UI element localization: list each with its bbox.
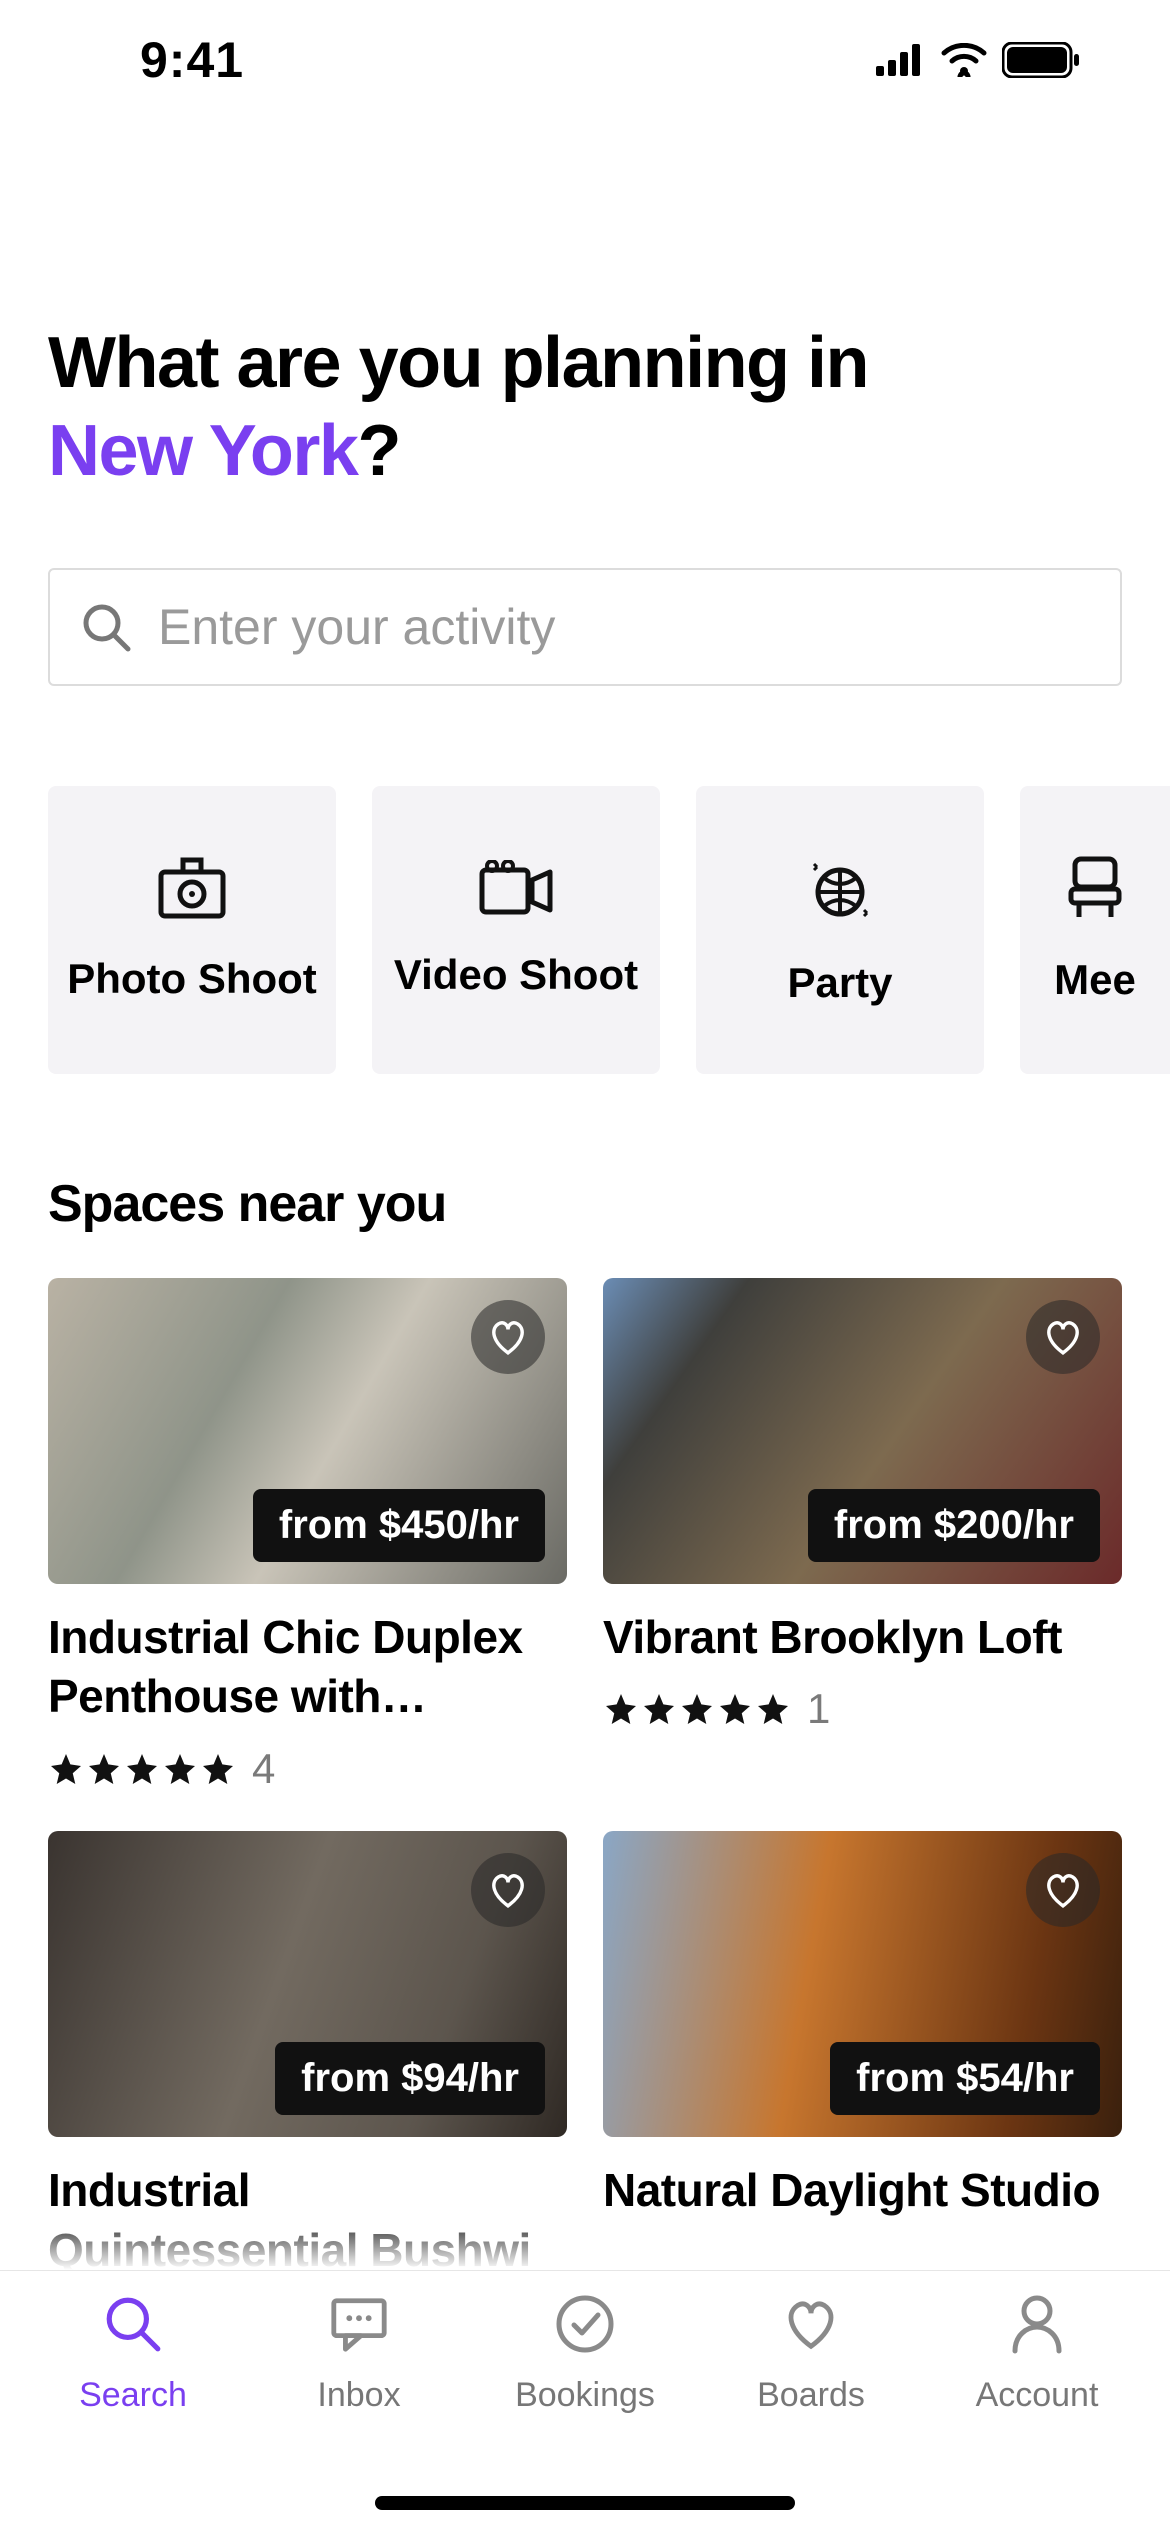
- space-image[interactable]: from $94/hr: [48, 1831, 567, 2137]
- tab-account[interactable]: Account: [924, 2293, 1150, 2472]
- heading-location[interactable]: New York: [48, 411, 357, 491]
- search-input[interactable]: [158, 598, 1090, 656]
- spaces-grid: from $450/hr Industrial Chic Duplex Pent…: [48, 1278, 1122, 2281]
- price-badge: from $54/hr: [830, 2042, 1100, 2115]
- tab-label: Inbox: [317, 2376, 400, 2415]
- space-card[interactable]: from $450/hr Industrial Chic Duplex Pent…: [48, 1278, 567, 1794]
- tab-label: Boards: [757, 2376, 865, 2415]
- category-label: Mee: [1054, 956, 1136, 1004]
- space-image[interactable]: from $54/hr: [603, 1831, 1122, 2137]
- space-image[interactable]: from $200/hr: [603, 1278, 1122, 1584]
- check-icon: [554, 2293, 616, 2360]
- category-label: Photo Shoot: [67, 955, 317, 1003]
- space-image[interactable]: from $450/hr: [48, 1278, 567, 1584]
- rating-row: 1: [603, 1685, 1122, 1733]
- tab-search[interactable]: Search: [20, 2293, 246, 2472]
- star-icons: [603, 1691, 791, 1727]
- tab-boards[interactable]: Boards: [698, 2293, 924, 2472]
- tab-inbox[interactable]: Inbox: [246, 2293, 472, 2472]
- status-time: 9:41: [140, 31, 244, 89]
- tab-bar: Search Inbox Bookings Boards Account: [0, 2270, 1170, 2532]
- rating-row: 4: [48, 1745, 567, 1793]
- star-icons: [48, 1751, 236, 1787]
- near-you-title: Spaces near you: [48, 1174, 1122, 1234]
- home-indicator: [375, 2496, 795, 2510]
- heading-prefix: What are you planning in: [48, 323, 868, 403]
- favorite-button[interactable]: [1026, 1853, 1100, 1927]
- category-photo-shoot[interactable]: Photo Shoot: [48, 786, 336, 1074]
- category-party[interactable]: Party: [696, 786, 984, 1074]
- user-icon: [1006, 2293, 1068, 2360]
- search-icon: [102, 2293, 164, 2360]
- favorite-button[interactable]: [471, 1300, 545, 1374]
- camera-icon: [157, 856, 227, 925]
- category-video-shoot[interactable]: Video Shoot: [372, 786, 660, 1074]
- heading-suffix: ?: [357, 411, 399, 491]
- space-title: Industrial Chic Duplex Penthouse with Ab…: [48, 1608, 567, 1728]
- disco-icon: [802, 852, 878, 929]
- tab-label: Bookings: [515, 2376, 655, 2415]
- search-field[interactable]: [48, 568, 1122, 686]
- space-card[interactable]: from $200/hr Vibrant Brooklyn Loft 1: [603, 1278, 1122, 1794]
- favorite-button[interactable]: [1026, 1300, 1100, 1374]
- chat-icon: [328, 2293, 390, 2360]
- rating-count: 4: [252, 1745, 275, 1793]
- category-meeting[interactable]: Mee: [1020, 786, 1170, 1074]
- category-row[interactable]: Photo Shoot Video Shoot Party Mee: [48, 786, 1170, 1074]
- heart-icon: [780, 2293, 842, 2360]
- space-title: Vibrant Brooklyn Loft: [603, 1608, 1122, 1668]
- tab-label: Search: [79, 2376, 187, 2415]
- favorite-button[interactable]: [471, 1853, 545, 1927]
- price-badge: from $450/hr: [253, 1489, 545, 1562]
- search-icon: [80, 601, 132, 653]
- price-badge: from $200/hr: [808, 1489, 1100, 1562]
- price-badge: from $94/hr: [275, 2042, 545, 2115]
- category-label: Party: [787, 959, 892, 1007]
- wifi-icon: [940, 43, 988, 77]
- tab-label: Account: [976, 2376, 1099, 2415]
- video-icon: [478, 860, 554, 921]
- rating-count: 1: [807, 1685, 830, 1733]
- cellular-icon: [876, 44, 926, 76]
- content-fade: [0, 2210, 1170, 2270]
- battery-icon: [1002, 42, 1080, 78]
- status-bar: 9:41: [0, 0, 1170, 120]
- chair-icon: [1067, 855, 1123, 926]
- category-label: Video Shoot: [394, 951, 638, 999]
- status-indicator-group: [876, 42, 1080, 78]
- tab-bookings[interactable]: Bookings: [472, 2293, 698, 2472]
- page-heading: What are you planning in New York?: [48, 320, 1122, 496]
